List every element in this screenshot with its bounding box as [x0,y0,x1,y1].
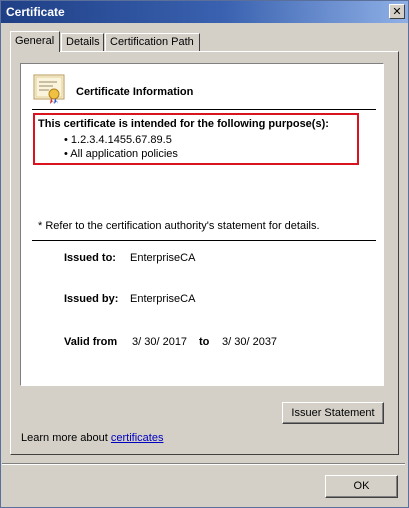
footer-separator [2,463,405,465]
valid-to-label: to [199,336,210,348]
purpose-item: • All application policies [64,148,178,160]
tab-details[interactable]: Details [61,33,104,51]
divider [32,240,376,241]
title-bar: Certificate ✕ [1,1,408,23]
issuer-statement-button[interactable]: Issuer Statement [282,402,384,424]
learn-more-text: Learn more about [21,432,111,444]
tab-certification-path[interactable]: Certification Path [105,33,200,51]
issued-by-label: Issued by: [64,293,119,305]
valid-from-value: 3/ 30/ 2017 [132,336,188,348]
certificate-info-title: Certificate Information [76,86,194,98]
issued-to-label: Issued to: [64,252,116,264]
close-icon: ✕ [392,5,402,18]
tab-label: Certification Path [110,36,194,48]
valid-to-value: 3/ 30/ 2037 [222,336,278,348]
ok-button[interactable]: OK [325,475,398,498]
tab-general[interactable]: General [10,31,60,52]
issued-to-value: EnterpriseCA [130,252,196,264]
tab-label: Details [66,36,100,48]
certificate-icon [33,74,65,104]
ca-statement-note: * Refer to the certification authority's… [38,220,320,232]
issued-by-value: EnterpriseCA [130,293,196,305]
window-title: Certificate [6,5,65,19]
valid-from-label: Valid from [64,336,118,348]
divider [32,109,376,110]
purpose-heading: This certificate is intended for the fol… [38,118,329,130]
certificates-link[interactable]: certificates [111,432,164,444]
learn-more: Learn more about certificates [21,432,163,444]
close-button[interactable]: ✕ [389,4,405,19]
purpose-item: • 1.2.3.4.1455.67.89.5 [64,134,172,146]
tab-label: General [15,35,55,47]
